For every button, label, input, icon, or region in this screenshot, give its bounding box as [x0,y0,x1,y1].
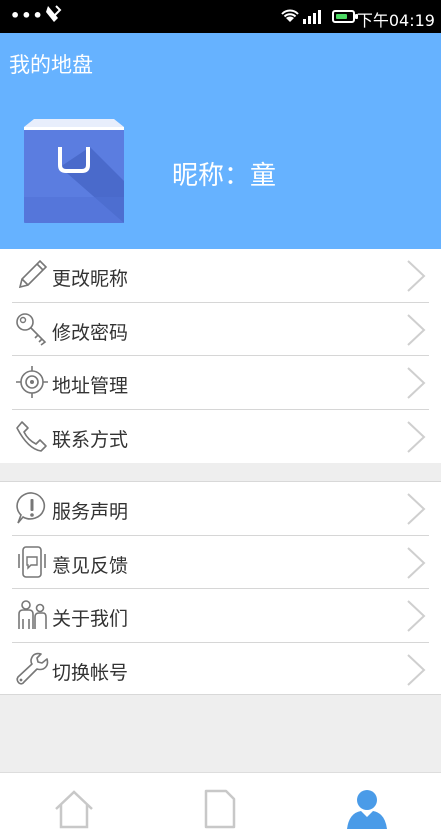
menu-item-label: 地址管理 [52,375,129,397]
chevron-right-icon [405,259,427,293]
menu-item-change-password[interactable]: 修改密码 [12,303,429,356]
menu-item-label: 意见反馈 [52,554,129,577]
pencil-icon [14,257,50,293]
location-target-icon [14,364,50,400]
nickname-label: 昵称：童 [172,161,277,191]
chevron-right-icon [405,653,427,687]
menu-item-label: 服务声明 [52,501,129,523]
shopping-bag-logo-icon [24,119,124,223]
menu-item-label: 修改密码 [52,321,129,344]
chevron-right-icon [405,313,427,347]
bottom-nav [0,772,441,839]
people-icon [14,597,50,633]
menu-item-switch-account[interactable]: 切换帐号 [12,643,429,697]
wifi-icon [280,6,300,28]
account-menu: 更改昵称 修改密码 地址管理 联系方式 [0,249,441,463]
battery-icon [332,10,358,23]
nav-user-tab[interactable] [345,787,389,831]
menu-item-address-management[interactable]: 地址管理 [12,356,429,410]
menu-item-label: 更改昵称 [52,268,129,290]
phone-icon [14,418,50,454]
menu-item-label: 切换帐号 [52,661,129,684]
nav-document-tab[interactable] [198,787,242,831]
status-bar: ••• 下午04:19 [0,0,441,33]
menu-item-feedback[interactable]: 意见反馈 [12,536,429,589]
status-time: 下午04:19 [356,11,435,30]
nav-home-tab[interactable] [52,787,96,831]
page-title: 我的地盘 [9,53,93,77]
document-icon [204,789,236,829]
chevron-right-icon [405,599,427,633]
chevron-right-icon [405,492,427,526]
feedback-phone-icon [14,544,50,580]
wrench-icon [14,651,50,687]
notification-dots-icon: ••• [10,6,44,25]
user-icon [347,790,387,829]
menu-item-contact-info[interactable]: 联系方式 [12,410,429,464]
key-icon [14,311,50,347]
menu-item-change-nickname[interactable]: 更改昵称 [12,249,429,303]
menu-item-service-statement[interactable]: 服务声明 [12,482,429,536]
info-menu: 服务声明 意见反馈 关于我们 切换帐号 [0,481,441,695]
exclamation-bubble-icon [14,490,50,526]
chevron-right-icon [405,366,427,400]
home-icon [55,790,93,829]
battery-fill [336,14,347,19]
menu-item-about-us[interactable]: 关于我们 [12,589,429,643]
profile-header: 我的地盘 昵称：童 [0,33,441,249]
menu-item-label: 联系方式 [52,428,129,451]
app-notification-icon [44,4,62,29]
menu-item-label: 关于我们 [52,608,129,630]
chevron-right-icon [405,546,427,580]
chevron-right-icon [405,420,427,454]
signal-icon [303,8,325,28]
